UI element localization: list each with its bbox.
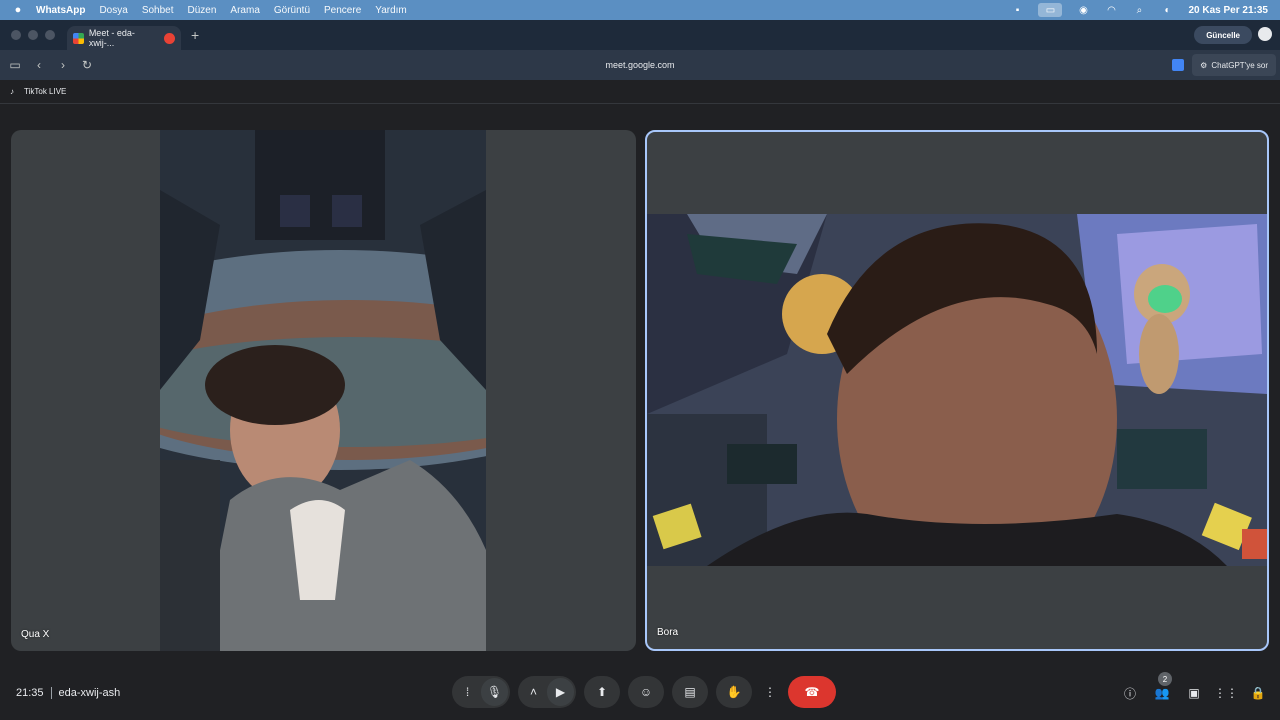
audio-options-icon[interactable]: ⁞	[454, 685, 481, 699]
chatgpt-label: ChatGPT'ye sor	[1211, 60, 1268, 70]
meeting-info: 21:35 eda-xwij-ash	[16, 687, 120, 699]
maximize-window-button[interactable]	[45, 30, 55, 40]
profile-avatar-icon[interactable]	[1258, 27, 1272, 41]
raise-hand-button[interactable]: ✋	[716, 676, 752, 708]
apps-grid-icon: ⋮⋮	[1214, 686, 1238, 700]
sidebar-toggle-icon[interactable]: ▭	[3, 58, 27, 72]
participant-tile[interactable]: Qua X	[11, 130, 636, 651]
update-button[interactable]: Güncelle	[1194, 26, 1252, 44]
side-panel-controls: ⓘ 2 👥 ▣ ⋮⋮ 🔒	[1122, 672, 1266, 702]
present-screen-button[interactable]: ⬆	[584, 676, 620, 708]
spotlight-search-icon[interactable]: ⌕	[1132, 4, 1146, 16]
activities-button[interactable]: ⋮⋮	[1214, 684, 1238, 702]
meet-stage: Qua X Bora	[0, 104, 1280, 720]
tiktok-icon: ♪	[10, 87, 14, 96]
lock-person-icon: 🔒	[1250, 686, 1266, 700]
menu-sohbet[interactable]: Sohbet	[142, 5, 174, 16]
bookmarks-bar: ♪ TikTok LIVE	[0, 80, 1280, 104]
translate-icon[interactable]	[1172, 59, 1184, 71]
forward-icon[interactable]: ›	[51, 58, 75, 72]
bookmark-tiktok-live[interactable]: TikTok LIVE	[24, 87, 66, 96]
meet-favicon-icon	[73, 32, 84, 44]
captions-icon: ▤	[684, 685, 696, 699]
browser-toolbar: ▭ ‹ › ↻ meet.google.com ⚙ ChatGPT'ye sor	[0, 50, 1280, 80]
video-frame-illustration	[647, 214, 1267, 566]
people-button[interactable]: 2 👥	[1154, 672, 1172, 702]
chatgpt-button[interactable]: ⚙ ChatGPT'ye sor	[1192, 54, 1276, 76]
menu-pencere[interactable]: Pencere	[324, 5, 361, 16]
recording-indicator-icon	[164, 32, 175, 44]
video-frame-illustration	[160, 130, 486, 651]
participant-name: Bora	[657, 627, 679, 638]
camera-control: ˄ ▶	[518, 676, 576, 708]
menu-duzen[interactable]: Düzen	[188, 5, 217, 16]
window-controls	[11, 30, 55, 40]
emoji-icon: ☺	[639, 685, 653, 699]
meeting-details-button[interactable]: ⓘ	[1122, 684, 1138, 702]
more-options-button[interactable]: ⋮	[760, 676, 780, 708]
play-icon[interactable]: ◉	[1076, 4, 1090, 16]
microphone-control: ⁞ 🎙	[452, 676, 510, 708]
people-count-badge: 2	[1158, 672, 1172, 686]
meet-control-bar: 21:35 eda-xwij-ash ⁞ 🎙 ˄ ▶ ⬆ ☺ ▤ ✋ ⋮ ☎ ⓘ…	[0, 672, 1280, 716]
browser-tab-bar: Meet - eda-xwij-... + Güncelle	[0, 20, 1280, 50]
menubar-clock[interactable]: 20 Kas Per 21:35	[1188, 5, 1268, 16]
menu-arama[interactable]: Arama	[230, 5, 259, 16]
close-window-button[interactable]	[11, 30, 21, 40]
minimize-window-button[interactable]	[28, 30, 38, 40]
captions-button[interactable]: ▤	[672, 676, 708, 708]
screen-share-icon[interactable]: ▭	[1038, 3, 1063, 17]
menu-dosya[interactable]: Dosya	[99, 5, 127, 16]
siri-icon[interactable]: ◐	[1160, 4, 1174, 16]
info-icon: ⓘ	[1123, 686, 1136, 701]
end-call-icon: ☎	[804, 685, 820, 699]
meeting-time: 21:35	[16, 687, 44, 699]
new-tab-button[interactable]: +	[191, 27, 199, 43]
apple-icon[interactable]: ●	[0, 4, 36, 16]
menu-yardim[interactable]: Yardım	[375, 5, 407, 16]
microphone-icon[interactable]: 🎙	[481, 678, 508, 706]
back-icon[interactable]: ‹	[27, 58, 51, 72]
address-bar[interactable]: meet.google.com	[0, 60, 1280, 70]
reload-icon[interactable]: ↻	[75, 58, 99, 72]
chevron-up-icon[interactable]: ˄	[520, 685, 547, 699]
meeting-code[interactable]: eda-xwij-ash	[59, 687, 121, 699]
divider	[50, 687, 52, 699]
tab-title: Meet - eda-xwij-...	[88, 28, 135, 48]
chatgpt-icon: ⚙	[1200, 60, 1208, 70]
people-icon: 👥	[1154, 686, 1170, 700]
control-center-icon[interactable]: ▪	[1010, 4, 1024, 16]
call-controls: ⁞ 🎙 ˄ ▶ ⬆ ☺ ▤ ✋ ⋮ ☎	[452, 676, 836, 708]
participant-video	[647, 214, 1267, 566]
more-vert-icon: ⋮	[764, 685, 776, 699]
participant-video	[160, 130, 486, 651]
menu-app-name[interactable]: WhatsApp	[36, 5, 85, 16]
reactions-button[interactable]: ☺	[628, 676, 664, 708]
chat-icon: ▣	[1188, 686, 1200, 700]
camera-icon[interactable]: ▶	[547, 678, 574, 706]
menu-goruntu[interactable]: Görüntü	[274, 5, 310, 16]
participant-name: Qua X	[21, 629, 50, 640]
tab-meet[interactable]: Meet - eda-xwij-...	[67, 26, 181, 50]
hand-icon: ✋	[726, 685, 742, 699]
host-controls-button[interactable]: 🔒	[1250, 684, 1266, 702]
chat-button[interactable]: ▣	[1186, 684, 1202, 702]
wifi-icon[interactable]: ◠	[1104, 4, 1118, 16]
leave-call-button[interactable]: ☎	[788, 676, 836, 708]
present-screen-icon: ⬆	[596, 685, 608, 699]
participant-tile-active[interactable]: Bora	[645, 130, 1269, 651]
macos-menu-bar: ● WhatsApp Dosya Sohbet Düzen Arama Görü…	[0, 0, 1280, 20]
